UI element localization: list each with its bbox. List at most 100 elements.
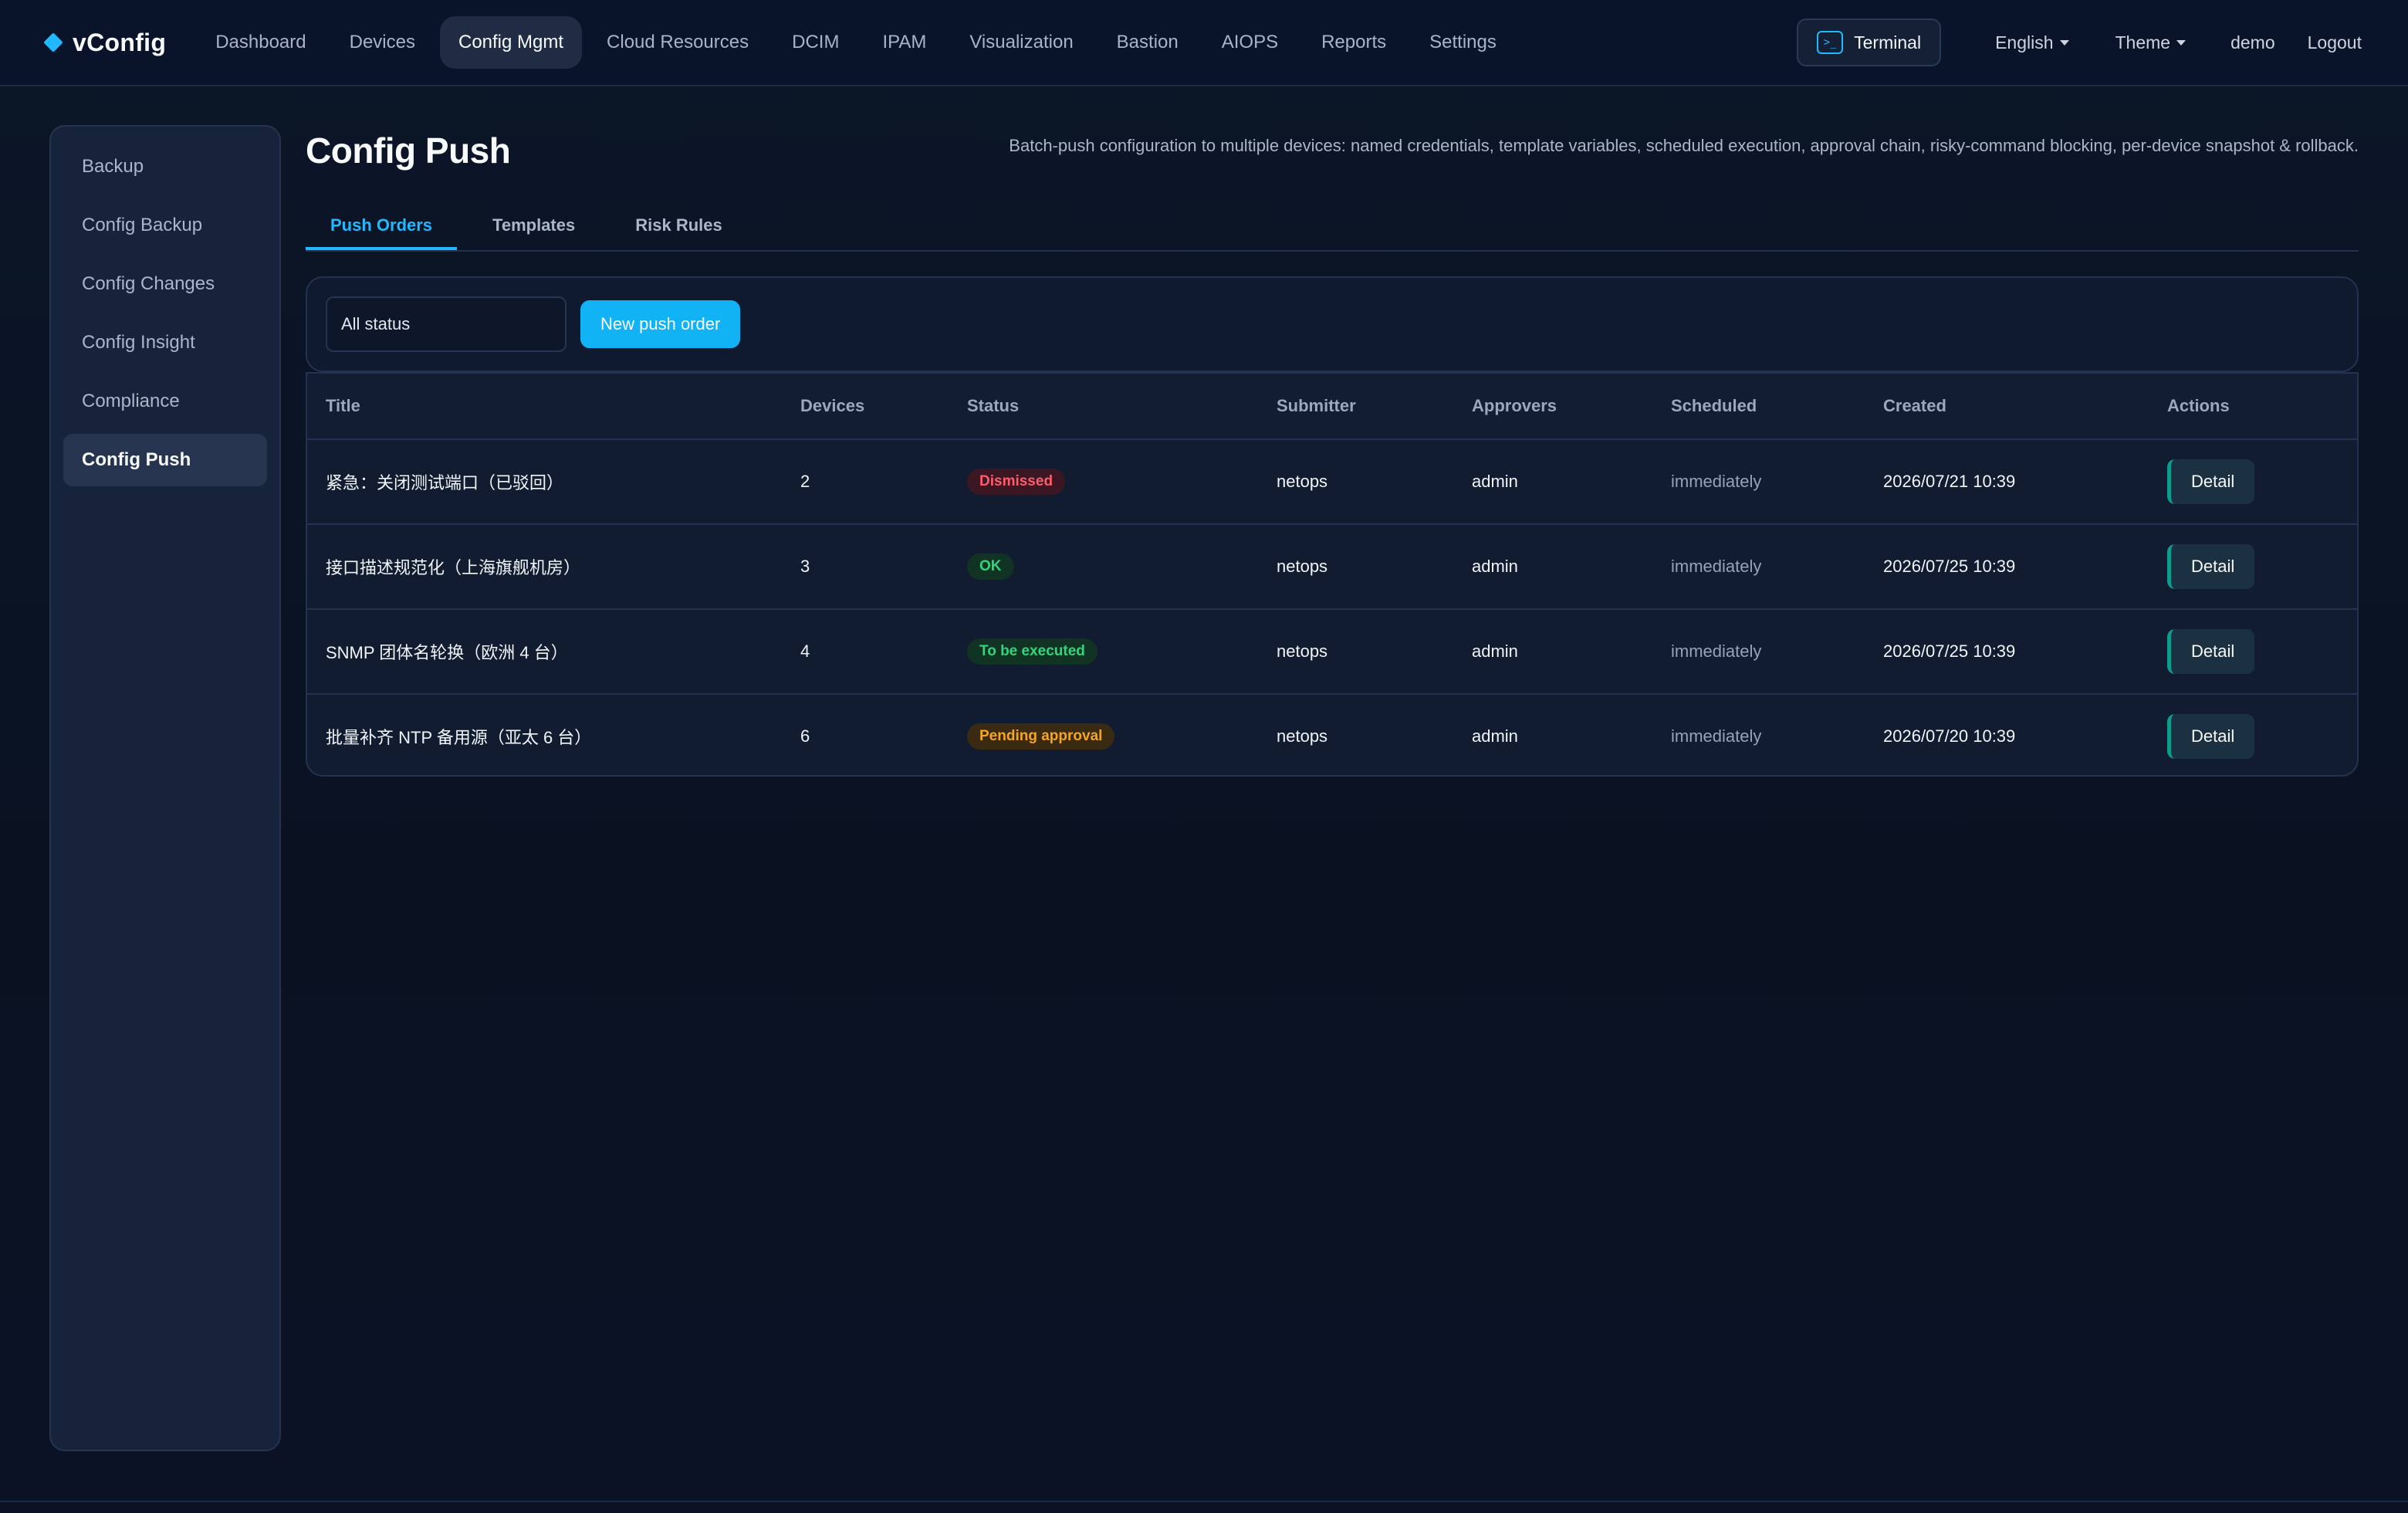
theme-label: Theme	[2115, 32, 2171, 52]
sidebar-item-backup[interactable]: Backup	[63, 140, 267, 193]
language-dropdown[interactable]: English	[1995, 32, 2069, 53]
cell-devices: 2	[782, 439, 949, 525]
cell-created: 2026/07/21 10:39	[1865, 439, 2149, 525]
cell-actions: Detail	[2149, 609, 2357, 695]
cell-approvers: admin	[1453, 524, 1652, 610]
sidebar-item-config-backup[interactable]: Config Backup	[63, 199, 267, 252]
nav-item-dcim[interactable]: DCIM	[773, 16, 857, 69]
tab-push-orders[interactable]: Push Orders	[306, 202, 458, 250]
nav-item-ipam[interactable]: IPAM	[864, 16, 945, 69]
detail-button[interactable]: Detail	[2167, 459, 2255, 504]
top-navigation-bar: vConfig Dashboard Devices Config Mgmt Cl…	[0, 0, 2408, 86]
cell-submitter: netops	[1258, 439, 1453, 525]
column-header-created[interactable]: Created	[1865, 374, 2149, 440]
page-description: Batch-push configuration to multiple dev…	[1009, 136, 2359, 155]
push-orders-table: Title Devices Status Submitter Approvers…	[306, 372, 2359, 777]
nav-item-settings[interactable]: Settings	[1411, 16, 1515, 69]
cell-scheduled: immediately	[1652, 524, 1865, 610]
nav-item-bastion[interactable]: Bastion	[1098, 16, 1197, 69]
diamond-logo-icon	[43, 32, 63, 52]
user-name[interactable]: demo	[2230, 32, 2275, 53]
new-push-order-button[interactable]: New push order	[580, 300, 741, 348]
cell-status: Pending approval	[949, 694, 1258, 775]
nav-item-dashboard[interactable]: Dashboard	[197, 16, 324, 69]
cell-created: 2026/07/20 10:39	[1883, 726, 2016, 746]
cell-devices: 3	[782, 524, 949, 610]
cell-title: SNMP 团体名轮换（欧洲 4 台）	[307, 609, 782, 695]
column-header-title[interactable]: Title	[307, 374, 782, 440]
sidebar-item-compliance[interactable]: Compliance	[63, 375, 267, 428]
nav-item-reports[interactable]: Reports	[1303, 16, 1405, 69]
tab-risk-rules[interactable]: Risk Rules	[610, 202, 747, 250]
terminal-label: Terminal	[1854, 32, 1922, 52]
status-badge: Dismissed	[967, 469, 1066, 495]
cell-title: 接口描述规范化（上海旗舰机房）	[307, 524, 782, 610]
column-header-status[interactable]: Status	[949, 374, 1258, 440]
logout-link[interactable]: Logout	[2308, 32, 2362, 53]
nav-item-visualization[interactable]: Visualization	[951, 16, 1091, 69]
bottom-divider	[0, 1501, 2408, 1502]
cell-submitter: netops	[1277, 726, 1328, 746]
column-header-actions: Actions	[2149, 374, 2357, 440]
nav-item-aiops[interactable]: AIOPS	[1203, 16, 1297, 69]
chevron-down-icon	[2176, 39, 2186, 46]
filter-toolbar: All status New push order	[306, 276, 2359, 372]
tab-bar: Push Orders Templates Risk Rules	[306, 202, 2359, 252]
table-row: 接口描述规范化（上海旗舰机房） 3 OK netops admin immedi…	[307, 524, 2357, 610]
cell-submitter: netops	[1258, 524, 1453, 610]
cell-actions: Detail	[2149, 694, 2357, 775]
nav-item-config-mgmt[interactable]: Config Mgmt	[439, 16, 583, 69]
brand[interactable]: vConfig	[43, 28, 167, 57]
detail-button[interactable]: Detail	[2167, 544, 2255, 589]
main-nav: Dashboard Devices Config Mgmt Cloud Reso…	[197, 16, 1515, 69]
detail-button[interactable]: Detail	[2167, 629, 2255, 674]
terminal-icon: >_	[1817, 31, 1844, 54]
cell-approvers: admin	[1472, 726, 1518, 746]
sidebar-item-config-changes[interactable]: Config Changes	[63, 258, 267, 310]
cell-title: 紧急：关闭测试端口（已驳回）	[307, 439, 782, 525]
cell-approvers: admin	[1453, 439, 1652, 525]
top-right-controls: >_ Terminal English Theme demo Logout	[1797, 19, 2362, 66]
cell-status: OK	[949, 524, 1258, 610]
table-row: 紧急：关闭测试端口（已驳回） 2 Dismissed netops admin …	[307, 439, 2357, 525]
cell-title: 批量补齐 NTP 备用源（亚太 6 台）	[326, 728, 592, 747]
status-filter-select[interactable]: All status	[326, 296, 566, 352]
language-label: English	[1995, 32, 2054, 52]
nav-item-cloud-resources[interactable]: Cloud Resources	[588, 16, 767, 69]
terminal-button[interactable]: >_ Terminal	[1797, 19, 1942, 66]
column-header-approvers[interactable]: Approvers	[1453, 374, 1652, 440]
sidebar: Backup Config Backup Config Changes Conf…	[49, 125, 281, 1451]
cell-scheduled: immediately	[1652, 439, 1865, 525]
cell-submitter: netops	[1258, 609, 1453, 695]
cell-devices: 6	[800, 726, 810, 746]
cell-actions: Detail	[2149, 524, 2357, 610]
sidebar-item-config-push[interactable]: Config Push	[63, 434, 267, 486]
sidebar-item-config-insight[interactable]: Config Insight	[63, 316, 267, 369]
cell-created: 2026/07/25 10:39	[1865, 609, 2149, 695]
table-row: SNMP 团体名轮换（欧洲 4 台） 4 To be executed neto…	[307, 609, 2357, 695]
theme-dropdown[interactable]: Theme	[2115, 32, 2186, 53]
table-row: 批量补齐 NTP 备用源（亚太 6 台） 6 Pending approval …	[307, 694, 2357, 775]
cell-devices: 4	[782, 609, 949, 695]
chevron-down-icon	[2059, 39, 2069, 46]
brand-name: vConfig	[73, 28, 167, 56]
status-badge: To be executed	[967, 638, 1097, 665]
nav-item-devices[interactable]: Devices	[331, 16, 434, 69]
column-header-scheduled[interactable]: Scheduled	[1652, 374, 1865, 440]
cell-scheduled: immediately	[1671, 726, 1762, 746]
column-header-submitter[interactable]: Submitter	[1258, 374, 1453, 440]
detail-button[interactable]: Detail	[2167, 714, 2255, 759]
cell-status: To be executed	[949, 609, 1258, 695]
column-header-devices[interactable]: Devices	[782, 374, 949, 440]
status-filter-value: All status	[341, 314, 411, 333]
cell-actions: Detail	[2149, 439, 2357, 525]
cell-created: 2026/07/25 10:39	[1865, 524, 2149, 610]
status-badge: Pending approval	[967, 723, 1115, 750]
tab-templates[interactable]: Templates	[468, 202, 600, 250]
cell-scheduled: immediately	[1652, 609, 1865, 695]
status-badge: OK	[967, 553, 1014, 580]
page-title: Config Push	[306, 130, 511, 171]
cell-approvers: admin	[1453, 609, 1652, 695]
cell-status: Dismissed	[949, 439, 1258, 525]
table-header-row: Title Devices Status Submitter Approvers…	[307, 374, 2357, 440]
